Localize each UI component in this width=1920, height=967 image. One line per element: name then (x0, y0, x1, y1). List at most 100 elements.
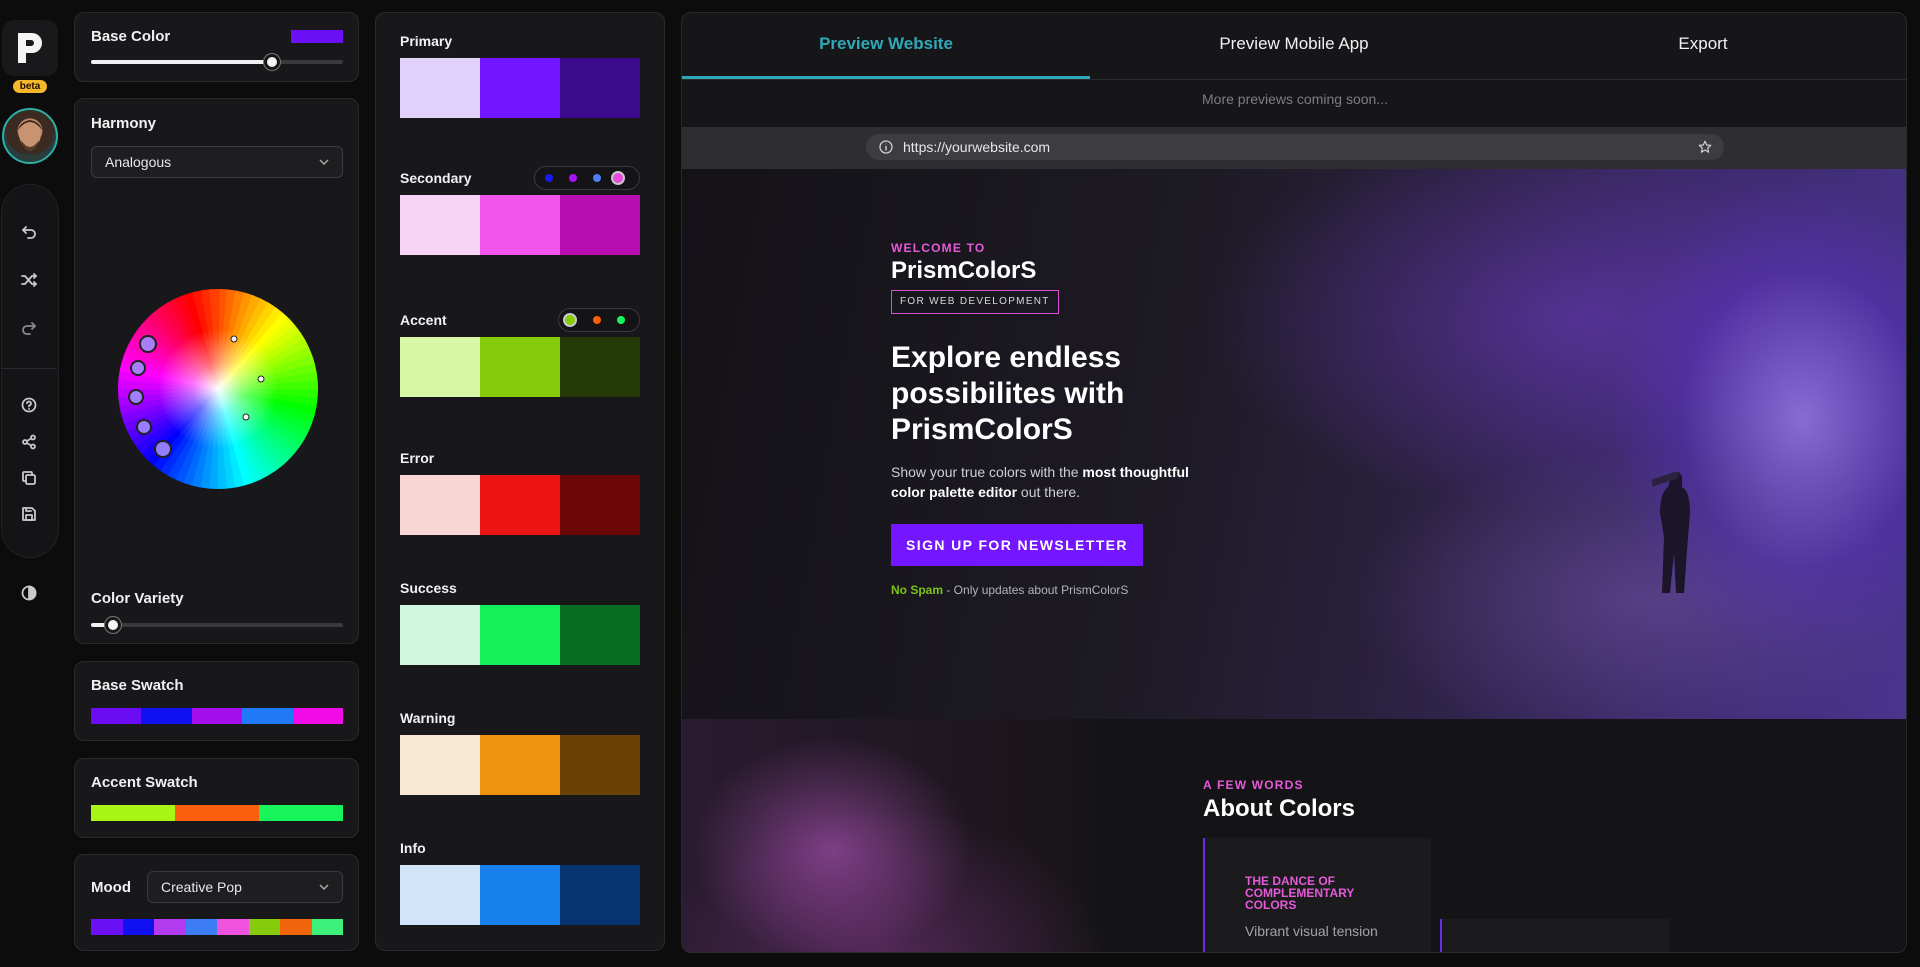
color-wheel[interactable] (116, 287, 320, 491)
mood-swatch-color-4[interactable] (185, 919, 217, 935)
wheel-handle[interactable] (136, 419, 152, 435)
palette-swatch-primary-3[interactable] (560, 58, 640, 118)
palette-label-error: Error (400, 450, 435, 466)
copy-icon[interactable] (19, 468, 39, 488)
accent-swatch-color-2[interactable] (175, 805, 259, 821)
tab-export[interactable]: Export (1498, 13, 1906, 79)
chevron-down-icon (319, 884, 329, 891)
palette-swatch-secondary-3[interactable] (560, 195, 640, 255)
mood-swatch-color-8[interactable] (311, 919, 343, 935)
palette-label-success: Success (400, 580, 457, 596)
variant-dot[interactable] (563, 313, 577, 327)
palette-swatch-accent-3[interactable] (560, 337, 640, 397)
palette-swatch-info-1[interactable] (400, 865, 480, 925)
accent-swatch-color-3[interactable] (259, 805, 343, 821)
base-swatch-color-4[interactable] (242, 708, 293, 724)
palette-swatch-info-3[interactable] (560, 865, 640, 925)
base-swatch-color-3[interactable] (191, 708, 243, 724)
palette-label-warning: Warning (400, 710, 456, 726)
palette-row-primary (400, 58, 640, 118)
harmony-card: Harmony Analogous Color Variety (74, 98, 359, 644)
variant-dot[interactable] (593, 174, 601, 182)
palette-swatch-accent-1[interactable] (400, 337, 480, 397)
palette-swatch-success-2[interactable] (480, 605, 560, 665)
about-card-title: THE DANCE OF COMPLEMENTARY COLORS (1245, 874, 1355, 912)
harmony-select[interactable]: Analogous (91, 146, 343, 178)
wheel-handle[interactable] (154, 440, 172, 458)
wheel-handle[interactable] (230, 335, 238, 343)
no-spam-label: No Spam (891, 583, 944, 597)
palette-swatch-warning-2[interactable] (480, 735, 560, 795)
base-color-chip[interactable] (291, 30, 343, 43)
bookmark-star-icon[interactable] (1698, 140, 1712, 154)
harmony-selected: Analogous (105, 154, 172, 170)
wheel-handle[interactable] (139, 335, 157, 353)
base-swatch-bar[interactable] (91, 708, 344, 724)
mood-swatch-color-2[interactable] (122, 919, 154, 935)
variant-dot[interactable] (611, 171, 625, 185)
variant-dot[interactable] (545, 174, 553, 182)
palette-swatch-error-1[interactable] (400, 475, 480, 535)
shuffle-icon[interactable] (19, 270, 39, 290)
base-swatch-color-5[interactable] (292, 708, 344, 724)
color-variety-slider-track[interactable] (91, 623, 343, 627)
palette-swatch-error-2[interactable] (480, 475, 560, 535)
mood-selected: Creative Pop (161, 879, 242, 895)
accent-swatch-color-1[interactable] (91, 805, 175, 821)
mood-label: Mood (91, 879, 131, 896)
palette-swatch-secondary-1[interactable] (400, 195, 480, 255)
tab-preview-website[interactable]: Preview Website (682, 13, 1090, 79)
palette-row-info (400, 865, 640, 925)
palette-swatch-error-3[interactable] (560, 475, 640, 535)
color-variety-slider-thumb[interactable] (105, 617, 121, 633)
mood-swatch-color-6[interactable] (248, 919, 280, 935)
palette-swatch-success-3[interactable] (560, 605, 640, 665)
variant-dot[interactable] (593, 316, 601, 324)
palette-label-primary: Primary (400, 33, 453, 49)
hero-body-end: out there. (1017, 484, 1081, 500)
mood-select[interactable]: Creative Pop (147, 871, 343, 903)
variant-picker-secondary (534, 166, 640, 190)
hero-title: Explore endless possibilites with PrismC… (891, 341, 1125, 446)
palette-swatch-primary-2[interactable] (480, 58, 560, 118)
undo-icon[interactable] (19, 222, 39, 242)
newsletter-signup-button[interactable]: SIGN UP FOR NEWSLETTER (891, 524, 1143, 566)
about-card-2[interactable] (1440, 919, 1670, 952)
variant-picker-accent (558, 308, 640, 332)
contrast-icon[interactable] (19, 583, 39, 603)
base-swatch-color-2[interactable] (141, 708, 192, 724)
user-avatar[interactable] (2, 108, 58, 164)
base-color-slider-thumb[interactable] (264, 54, 280, 70)
mood-swatch-color-1[interactable] (91, 919, 123, 935)
mood-swatch-color-7[interactable] (280, 919, 312, 935)
hero-brand: PrismColorS (891, 257, 1037, 284)
palette-swatch-warning-3[interactable] (560, 735, 640, 795)
tab-preview-mobile-app[interactable]: Preview Mobile App (1090, 13, 1498, 79)
mood-swatch-bar[interactable] (91, 919, 343, 935)
wheel-handle[interactable] (130, 360, 146, 376)
app-logo[interactable] (2, 20, 58, 76)
help-icon[interactable] (19, 395, 39, 415)
accent-swatch-bar[interactable] (91, 805, 343, 821)
variant-dot[interactable] (569, 174, 577, 182)
palette-swatch-info-2[interactable] (480, 865, 560, 925)
url-bar[interactable]: https://yourwebsite.com (866, 134, 1724, 160)
save-icon[interactable] (19, 504, 39, 524)
palette-swatch-secondary-2[interactable] (480, 195, 560, 255)
base-swatch-color-1[interactable] (91, 708, 142, 724)
mood-swatch-color-3[interactable] (154, 919, 186, 935)
wheel-handle[interactable] (242, 413, 250, 421)
palette-swatch-warning-1[interactable] (400, 735, 480, 795)
mood-swatch-color-5[interactable] (217, 919, 249, 935)
variant-dot[interactable] (617, 316, 625, 324)
wheel-handle[interactable] (128, 389, 144, 405)
about-card[interactable]: THE DANCE OF COMPLEMENTARY COLORS Vibran… (1203, 838, 1431, 952)
share-icon[interactable] (19, 432, 39, 452)
palette-swatch-success-1[interactable] (400, 605, 480, 665)
redo-icon[interactable] (19, 318, 39, 338)
palette-swatch-primary-1[interactable] (400, 58, 480, 118)
wheel-handle[interactable] (257, 375, 265, 383)
palette-swatch-accent-2[interactable] (480, 337, 560, 397)
coming-soon-text: More previews coming soon... (682, 79, 1906, 117)
hero-tag: FOR WEB DEVELOPMENT (891, 290, 1059, 314)
